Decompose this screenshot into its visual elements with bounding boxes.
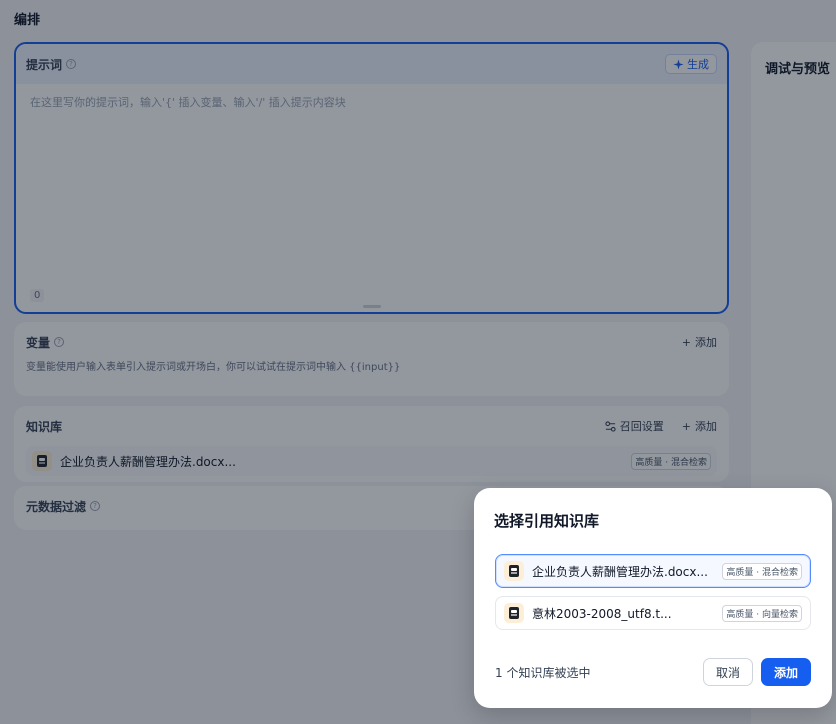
modal-footer: 1 个知识库被选中 取消 添加 — [495, 658, 811, 686]
knowledge-base-icon — [504, 603, 524, 623]
modal-actions: 取消 添加 — [702, 658, 811, 686]
modal-title: 选择引用知识库 — [494, 512, 600, 530]
knowledge-option[interactable]: 意林2003-2008_utf8.t... 高质量 · 向量检索 — [495, 596, 811, 630]
knowledge-base-icon — [504, 561, 524, 581]
select-knowledge-modal: 选择引用知识库 企业负责人薪酬管理办法.docx... 高质量 · 混合检索 意… — [474, 488, 832, 708]
cancel-button[interactable]: 取消 — [702, 658, 753, 686]
knowledge-option-name: 意林2003-2008_utf8.t... — [532, 606, 672, 621]
knowledge-list: 企业负责人薪酬管理办法.docx... 高质量 · 混合检索 意林2003-20… — [495, 554, 811, 638]
knowledge-option[interactable]: 企业负责人薪酬管理办法.docx... 高质量 · 混合检索 — [495, 554, 811, 588]
knowledge-option-name: 企业负责人薪酬管理办法.docx... — [532, 564, 708, 579]
retrieval-badge: 高质量 · 混合检索 — [722, 562, 802, 580]
selected-count: 1 个知识库被选中 — [495, 665, 591, 680]
retrieval-badge: 高质量 · 向量检索 — [722, 604, 802, 622]
add-button[interactable]: 添加 — [760, 658, 811, 686]
